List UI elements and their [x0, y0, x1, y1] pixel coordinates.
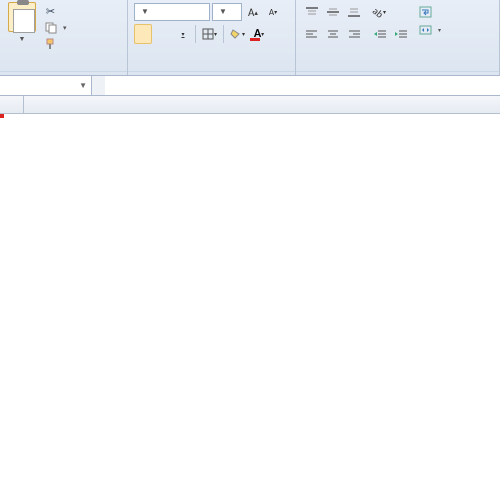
worksheet	[0, 96, 500, 114]
copy-icon	[44, 21, 57, 34]
clipboard-group-label	[0, 71, 127, 75]
font-name-combo[interactable]: ▼	[134, 3, 210, 21]
shrink-font-button[interactable]: A▾	[264, 2, 282, 22]
chevron-down-icon: ▼	[19, 34, 26, 43]
clipboard-group: ▼ ✂ ▾	[0, 0, 128, 75]
chevron-down-icon: ▼	[141, 7, 149, 17]
border-button[interactable]: ▾	[199, 24, 220, 44]
alignment-group: ab▾ ▾	[296, 0, 500, 75]
grow-font-button[interactable]: A▴	[244, 2, 262, 22]
align-middle-button[interactable]	[323, 2, 343, 22]
copy-button[interactable]: ▾	[42, 20, 69, 35]
scissors-icon: ✂	[44, 5, 57, 18]
ribbon: ▼ ✂ ▾	[0, 0, 500, 76]
font-group-label	[128, 71, 295, 75]
cut-button[interactable]: ✂	[42, 4, 69, 19]
separator	[223, 25, 224, 43]
chevron-down-icon: ▼	[79, 81, 87, 91]
formula-bar: ▼	[0, 76, 500, 96]
formula-input[interactable]	[105, 76, 500, 95]
align-bottom-button[interactable]	[344, 2, 364, 22]
merge-center-button[interactable]: ▾	[417, 22, 443, 37]
select-all-corner[interactable]	[0, 96, 24, 113]
wrap-icon	[419, 5, 432, 18]
align-right-button[interactable]	[344, 24, 364, 44]
underline-button[interactable]: ▾	[174, 24, 192, 44]
font-color-button[interactable]: A ▾	[250, 24, 268, 44]
wrap-text-button[interactable]	[417, 4, 443, 19]
chevron-down-icon: ▼	[219, 7, 227, 17]
chevron-down-icon: ▾	[63, 23, 67, 32]
align-top-button[interactable]	[302, 2, 322, 22]
increase-indent-button[interactable]	[391, 24, 411, 44]
font-group: ▼ ▼ A▴ A▾ ▾ ▾ ▾ A ▾	[128, 0, 296, 75]
align-left-button[interactable]	[302, 24, 322, 44]
paste-button[interactable]: ▼	[6, 2, 38, 43]
highlight-box	[0, 114, 4, 118]
separator	[195, 25, 196, 43]
align-center-button[interactable]	[323, 24, 343, 44]
brush-icon	[44, 37, 57, 50]
orientation-button[interactable]: ab▾	[370, 2, 389, 22]
decrease-indent-button[interactable]	[370, 24, 390, 44]
name-box[interactable]: ▼	[0, 76, 92, 95]
format-painter-button[interactable]	[42, 36, 69, 51]
column-headers	[0, 96, 500, 114]
italic-button[interactable]	[154, 24, 172, 44]
font-size-combo[interactable]: ▼	[212, 3, 242, 21]
chevron-down-icon: ▾	[438, 26, 441, 34]
merge-icon	[419, 23, 432, 36]
alignment-group-label	[296, 71, 499, 75]
bold-button[interactable]	[134, 24, 152, 44]
paste-icon	[8, 2, 36, 32]
fill-color-button[interactable]: ▾	[227, 24, 248, 44]
